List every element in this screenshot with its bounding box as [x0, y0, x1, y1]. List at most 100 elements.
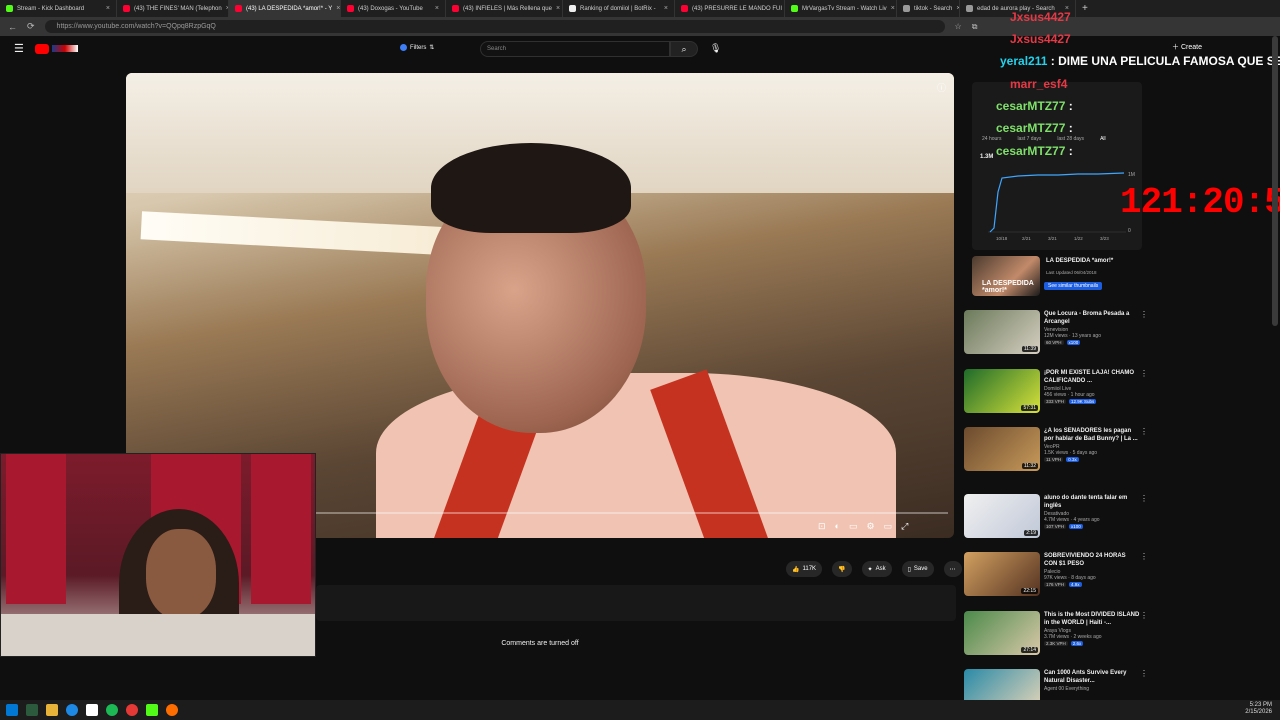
- stats-tab-28d[interactable]: last 28 days: [1057, 136, 1084, 142]
- recommendation-title[interactable]: ¿A los SENADORES les pagan por hablar de…: [1044, 427, 1140, 443]
- kick-icon[interactable]: [146, 704, 158, 716]
- recommendation-title[interactable]: ¡POR MI EXISTE LAJA! CHAMO CALIFICANDO .…: [1044, 369, 1140, 385]
- dislike-button[interactable]: 👎: [832, 561, 852, 577]
- app-icon[interactable]: [166, 704, 178, 716]
- tab-1[interactable]: (43) THE FINES' MAN (Telephon×: [117, 0, 229, 17]
- recommendation-title[interactable]: Que Locura - Broma Pesada a Arcangel: [1044, 310, 1140, 326]
- tab-favicon-icon: [452, 5, 459, 12]
- browser-icon[interactable]: [66, 704, 78, 716]
- tab-close-icon[interactable]: ×: [431, 5, 439, 12]
- filters-button[interactable]: Filters ⇅: [400, 44, 434, 51]
- search-button[interactable]: ⌕: [670, 41, 698, 57]
- tab-close-icon[interactable]: ×: [660, 5, 668, 12]
- more-vert-icon[interactable]: ⋮: [1140, 369, 1148, 378]
- tab-close-icon[interactable]: ×: [887, 5, 895, 12]
- recommendation-item[interactable]: 22:15 SOBREVIVIENDO 24 HORAS CON $1 PESO P…: [964, 552, 1148, 602]
- tab-label: (43) LA DESPEDIDA *amor!* - Y: [246, 5, 333, 12]
- system-clock[interactable]: 5:23 PM 2/15/2026: [1245, 702, 1272, 716]
- chat-username: Jxsus4427: [1010, 10, 1071, 24]
- views-series-line: [989, 172, 1125, 233]
- current-video-thumb-info: LA DESPEDIDA *amor!* LA DESPEDIDA *amor!…: [972, 256, 1142, 300]
- outlier-badge: 4.9x: [1069, 582, 1082, 587]
- tab-3[interactable]: (43) Doxogas - YouTube ×: [341, 0, 446, 17]
- back-icon[interactable]: ←: [8, 22, 17, 32]
- new-tab-button[interactable]: +: [1082, 3, 1088, 14]
- extensions-icon[interactable]: ⧉: [972, 22, 978, 32]
- info-icon[interactable]: ⓘ: [937, 81, 946, 94]
- tab-favicon-icon: [791, 5, 798, 12]
- tab-close-icon[interactable]: ×: [102, 5, 110, 12]
- stats-badges: 333 VPH 12.9K Subs: [1044, 399, 1140, 404]
- autoplay-toggle-icon[interactable]: ◐: [835, 521, 840, 531]
- notepad-icon[interactable]: [86, 704, 98, 716]
- star-icon[interactable]: ☆: [955, 22, 962, 31]
- recommendation-item[interactable]: 11:39 Que Locura - Broma Pesada a Arcange…: [964, 310, 1148, 360]
- tab-close-icon[interactable]: ×: [952, 5, 959, 12]
- search-icon: ⌕: [681, 43, 687, 54]
- recommendation-title[interactable]: SOBREVIVIENDO 24 HORAS CON $1 PESO: [1044, 552, 1140, 568]
- tab-2[interactable]: (43) LA DESPEDIDA *amor!* - Y ×: [229, 0, 341, 17]
- more-vert-icon[interactable]: ⋮: [1140, 552, 1148, 561]
- obs-icon[interactable]: [126, 704, 138, 716]
- recommendation-thumbnail[interactable]: 11:39: [964, 310, 1040, 354]
- progress-bar[interactable]: [316, 512, 948, 514]
- recommendation-thumbnail[interactable]: 2:19: [964, 494, 1040, 538]
- ask-label: Ask: [875, 566, 886, 572]
- recommendation-item[interactable]: 2:19 aluno do dante tenta falar em inglês…: [964, 494, 1148, 544]
- spotify-icon[interactable]: [106, 704, 118, 716]
- more-vert-icon[interactable]: ⋮: [1140, 427, 1148, 436]
- more-vert-icon[interactable]: ⋮: [1140, 310, 1148, 319]
- recommendation-item[interactable]: 11:32 ¿A los SENADORES les pagan por habl…: [964, 427, 1148, 477]
- stats-tab-24h[interactable]: 24 hours: [982, 136, 1001, 142]
- recommendation-thumbnail[interactable]: 11:32: [964, 427, 1040, 471]
- recommendation-thumbnail[interactable]: 22:15: [964, 552, 1040, 596]
- settings-gear-icon[interactable]: ⚙: [867, 521, 875, 532]
- tab-close-icon[interactable]: ×: [332, 5, 340, 12]
- url-field[interactable]: https://www.youtube.com/watch?v=QQpq8Rzp…: [44, 20, 945, 33]
- more-vert-icon[interactable]: ⋮: [1140, 669, 1148, 678]
- video-duration: 27:14: [1021, 647, 1038, 653]
- recommendation-item[interactable]: 57:31 ¡POR MI EXISTE LAJA! CHAMO CALIFICA…: [964, 369, 1148, 419]
- tab-close-icon[interactable]: ×: [552, 5, 560, 12]
- menu-icon[interactable]: ☰: [14, 42, 24, 55]
- create-button[interactable]: ＋ Create: [1172, 42, 1202, 52]
- similar-thumbnails-button[interactable]: See similar thumbnails: [1044, 282, 1103, 290]
- recommendation-item[interactable]: 27:14 This is the Most DIVIDED ISLAND in …: [964, 611, 1148, 661]
- subtitles-icon[interactable]: ▭: [849, 521, 858, 532]
- more-vert-icon[interactable]: ⋮: [1140, 494, 1148, 503]
- theater-mode-icon[interactable]: ▭: [884, 521, 893, 532]
- file-explorer-icon[interactable]: [46, 704, 58, 716]
- player-controls: ⊡ ◐ ▭ ⚙ ▭ ⤢: [818, 519, 948, 533]
- stats-tab-7d[interactable]: last 7 days: [1017, 136, 1041, 142]
- microphone-icon[interactable]: 🎙: [710, 43, 721, 54]
- terminal-icon[interactable]: [26, 704, 38, 716]
- search-input[interactable]: Search: [480, 41, 670, 57]
- start-icon[interactable]: [6, 704, 18, 716]
- more-actions-button[interactable]: ⋯: [943, 561, 962, 577]
- recommendation-title[interactable]: aluno do dante tenta falar em inglês: [1044, 494, 1140, 510]
- stats-badges: 11 VPH 0.3x: [1044, 457, 1140, 462]
- description-box[interactable]: [316, 585, 956, 621]
- save-button[interactable]: ▯ Save: [901, 561, 934, 577]
- reload-icon[interactable]: ⟳: [27, 21, 35, 32]
- youtube-logo-icon[interactable]: [35, 44, 49, 54]
- tab-5[interactable]: Ranking of domiiol | BotRix - ×: [563, 0, 675, 17]
- tab-0[interactable]: Stream - Kick Dashboard ×: [0, 0, 117, 17]
- like-button[interactable]: 👍 117K: [786, 561, 823, 577]
- recommendation-thumbnail[interactable]: 57:31: [964, 369, 1040, 413]
- page-scrollbar[interactable]: [1272, 36, 1278, 326]
- recommendation-thumbnail[interactable]: 27:14: [964, 611, 1040, 655]
- more-vert-icon[interactable]: ⋮: [1140, 611, 1148, 620]
- tab-close-icon[interactable]: ×: [222, 5, 228, 12]
- recommendation-title[interactable]: Can 1000 Ants Survive Every Natural Disa…: [1044, 669, 1140, 685]
- tab-6[interactable]: (43) PRESURRE LE MANDO FUI×: [675, 0, 785, 17]
- fullscreen-icon[interactable]: ⤢: [901, 521, 908, 532]
- tab-4[interactable]: (43) INFIELES | Más Rellena que ×: [446, 0, 563, 17]
- recommendation-title[interactable]: This is the Most DIVIDED ISLAND in the W…: [1044, 611, 1140, 627]
- tab-8[interactable]: tiktok - Search×: [897, 0, 960, 17]
- stats-tab-all[interactable]: All: [1100, 136, 1106, 142]
- channel-name[interactable]: Agent 00 Everything: [1044, 686, 1140, 692]
- tab-7[interactable]: MrVargasTv Stream - Watch Liv ×: [785, 0, 897, 17]
- ask-button[interactable]: ✦ Ask: [861, 561, 892, 577]
- miniplayer-icon[interactable]: ⊡: [818, 521, 826, 532]
